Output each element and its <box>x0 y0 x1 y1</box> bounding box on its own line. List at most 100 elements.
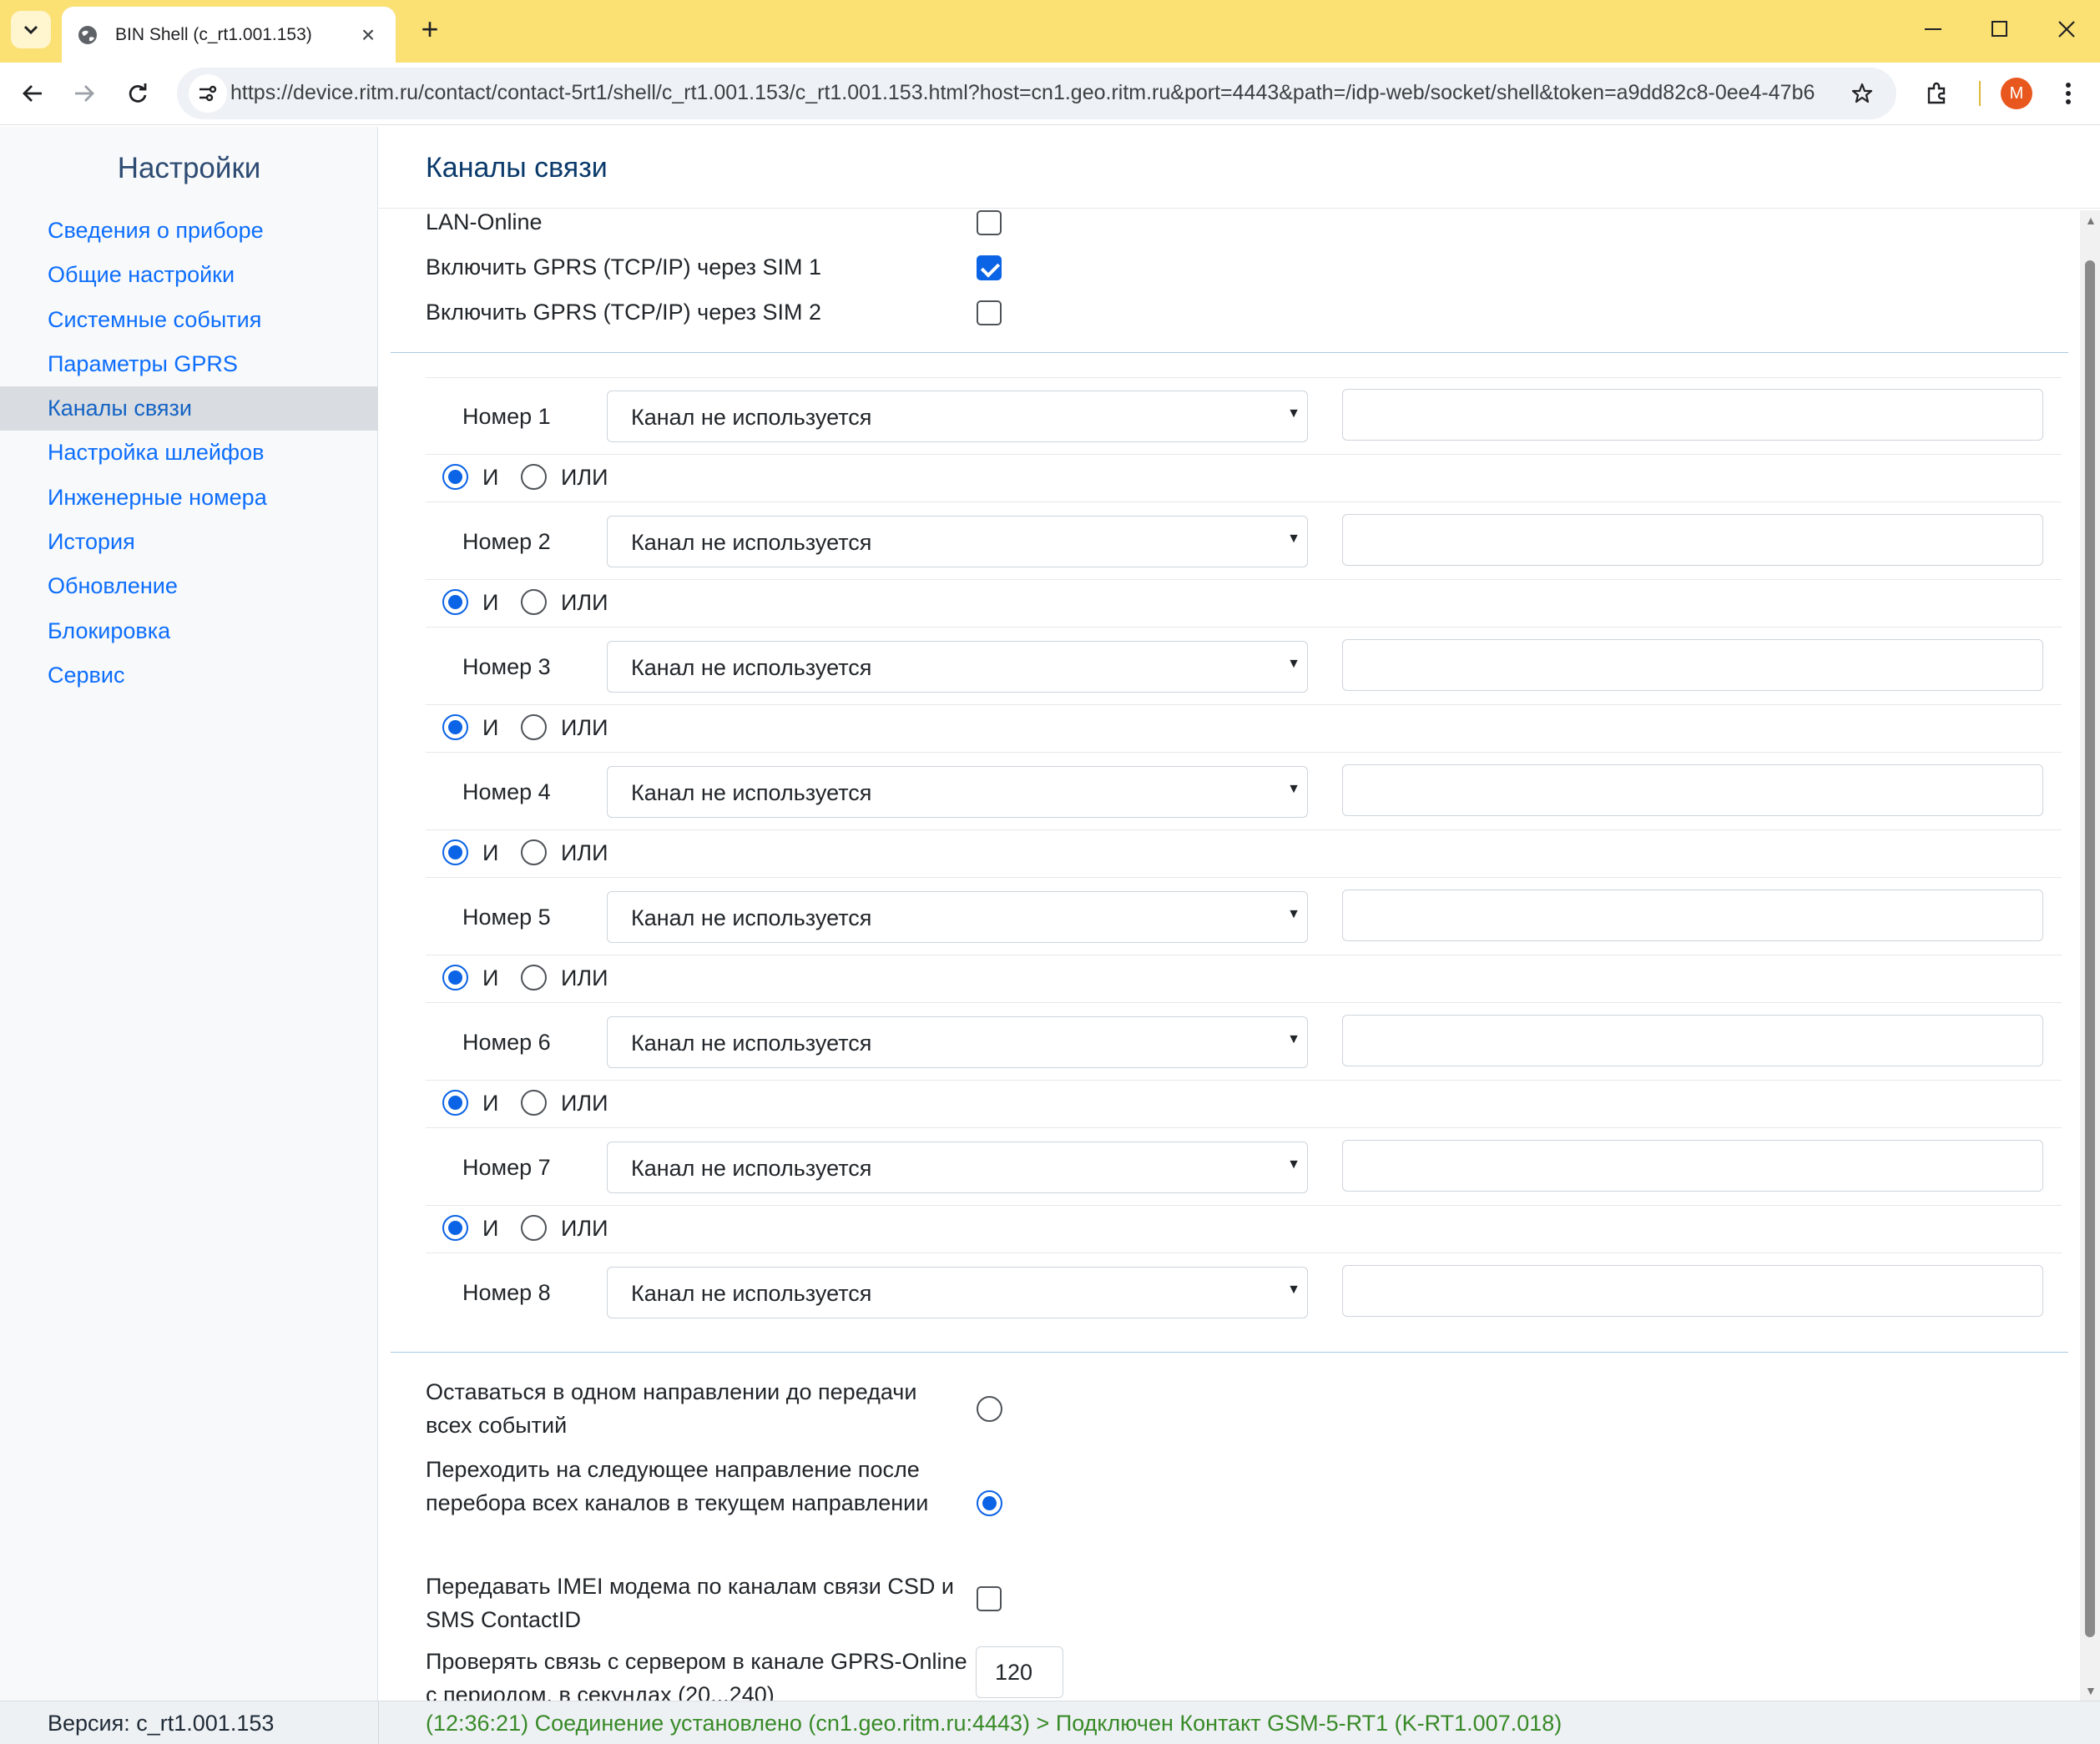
channel-select-5[interactable]: Канал не используется ▼ <box>607 891 1308 943</box>
logic-or-radio-5[interactable] <box>521 965 547 990</box>
number-input-8[interactable] <box>1342 1265 2043 1317</box>
avatar[interactable]: M <box>2001 78 2032 109</box>
window-close-icon[interactable] <box>2042 10 2092 48</box>
tab-search-icon[interactable] <box>11 11 51 48</box>
server-check-period-input[interactable]: 120 <box>976 1646 1063 1698</box>
maximize-icon[interactable] <box>1975 10 2025 48</box>
channel-select-8[interactable]: Канал не используется ▼ <box>607 1267 1308 1318</box>
scroll-thumb[interactable] <box>2085 260 2095 1637</box>
sidebar: Настройки Сведения о приборе Общие настр… <box>0 127 378 1702</box>
logic-and-label: И <box>482 965 499 990</box>
number-input-5[interactable] <box>1342 890 2043 941</box>
logic-or-radio-7[interactable] <box>521 1215 547 1241</box>
number-label-2: Номер 2 <box>462 529 551 554</box>
sidebar-item-loops[interactable]: Настройка шлейфов <box>0 431 378 475</box>
number-label-4: Номер 4 <box>462 779 551 804</box>
sidebar-item-service[interactable]: Сервис <box>0 653 378 698</box>
number-label-5: Номер 5 <box>462 905 551 930</box>
sidebar-item-lock[interactable]: Блокировка <box>0 609 378 653</box>
address-bar[interactable]: https://device.ritm.ru/contact/contact-5… <box>177 68 1896 119</box>
logic-and-radio-6[interactable] <box>442 1090 468 1116</box>
number-input-4[interactable] <box>1342 764 2043 816</box>
star-icon[interactable] <box>1845 76 1880 111</box>
logic-or-label: ИЛИ <box>561 840 608 865</box>
page-title: Каналы связи <box>426 152 608 184</box>
sidebar-item-device-info[interactable]: Сведения о приборе <box>0 209 378 253</box>
sidebar-item-history[interactable]: История <box>0 520 378 564</box>
logic-and-radio-5[interactable] <box>442 965 468 990</box>
scrollbar[interactable]: ▲ ▼ <box>2080 210 2100 1701</box>
scroll-up-icon[interactable]: ▲ <box>2085 214 2097 227</box>
channel-select-3[interactable]: Канал не используется ▼ <box>607 641 1308 693</box>
option-gprs-sim1-checkbox[interactable] <box>977 255 1002 280</box>
number-input-7[interactable] <box>1342 1140 2043 1192</box>
number-label-8: Номер 8 <box>462 1280 551 1305</box>
browser-tab[interactable]: BIN Shell (c_rt1.001.153) × <box>62 7 396 63</box>
option-next-direction-radio[interactable] <box>977 1490 1002 1516</box>
sidebar-item-general[interactable]: Общие настройки <box>0 253 378 297</box>
logic-or-label: ИЛИ <box>561 965 608 990</box>
row-divider <box>426 704 2062 705</box>
url-text[interactable]: https://device.ritm.ru/contact/contact-5… <box>230 81 1816 105</box>
option-lan-online-checkbox[interactable] <box>977 210 1002 235</box>
back-icon[interactable] <box>12 73 53 114</box>
option-imei-checkbox[interactable] <box>977 1586 1002 1611</box>
sidebar-item-engineer-numbers[interactable]: Инженерные номера <box>0 476 378 520</box>
sidebar-item-channels[interactable]: Каналы связи <box>0 386 378 431</box>
number-label-6: Номер 6 <box>462 1030 551 1055</box>
sidebar-item-update[interactable]: Обновление <box>0 564 378 608</box>
section-divider <box>391 352 2068 353</box>
logic-and-radio-1[interactable] <box>442 464 468 490</box>
logic-and-radio-3[interactable] <box>442 714 468 740</box>
chevron-down-icon: ▼ <box>1287 1157 1300 1172</box>
forward-icon[interactable] <box>63 73 105 114</box>
option-gprs-sim2-checkbox[interactable] <box>977 300 1002 325</box>
scroll-down-icon[interactable]: ▼ <box>2085 1684 2097 1697</box>
number-input-6[interactable] <box>1342 1015 2043 1066</box>
chevron-down-icon: ▼ <box>1287 1032 1300 1046</box>
number-label-1: Номер 1 <box>462 404 551 429</box>
row-divider <box>426 579 2062 580</box>
logic-or-label: ИЛИ <box>561 715 608 740</box>
logic-and-radio-2[interactable] <box>442 589 468 615</box>
number-input-3[interactable] <box>1342 639 2043 691</box>
close-icon[interactable]: × <box>356 22 381 48</box>
extensions-icon[interactable] <box>1916 73 1958 114</box>
number-input-2[interactable] <box>1342 514 2043 566</box>
sidebar-title: Настройки <box>117 152 261 184</box>
channel-select-1[interactable]: Канал не используется ▼ <box>607 391 1308 442</box>
logic-or-radio-4[interactable] <box>521 839 547 865</box>
option-lan-online-label: LAN-Online <box>426 209 543 234</box>
number-label-7: Номер 7 <box>462 1155 551 1180</box>
logic-or-label: ИЛИ <box>561 1216 608 1241</box>
channel-select-6[interactable]: Канал не используется ▼ <box>607 1016 1308 1068</box>
minimize-icon[interactable] <box>1908 10 1958 48</box>
channel-select-4[interactable]: Канал не используется ▼ <box>607 766 1308 818</box>
channel-select-7[interactable]: Канал не используется ▼ <box>607 1142 1308 1193</box>
option-gprs-sim1-label: Включить GPRS (TCP/IP) через SIM 1 <box>426 255 822 280</box>
logic-or-radio-1[interactable] <box>521 464 547 490</box>
sidebar-item-system-events[interactable]: Системные события <box>0 298 378 342</box>
row-divider <box>426 627 2062 628</box>
number-label-3: Номер 3 <box>462 654 551 679</box>
logic-or-radio-6[interactable] <box>521 1090 547 1116</box>
logic-and-radio-7[interactable] <box>442 1215 468 1241</box>
plus-icon[interactable]: + <box>411 10 449 48</box>
number-input-1[interactable] <box>1342 389 2043 441</box>
row-divider <box>426 829 2062 830</box>
option-stay-direction-radio[interactable] <box>977 1396 1002 1422</box>
row-divider <box>426 752 2062 753</box>
kebab-icon[interactable] <box>2052 73 2085 114</box>
reload-icon[interactable] <box>117 73 159 114</box>
status-bar: Версия: c_rt1.001.153 (12:36:21) Соедине… <box>0 1701 2100 1744</box>
channel-select-2[interactable]: Канал не используется ▼ <box>607 516 1308 567</box>
connection-status: (12:36:21) Соединение установлено (cn1.g… <box>426 1711 1562 1736</box>
logic-or-radio-2[interactable] <box>521 589 547 615</box>
section-divider <box>391 1352 2068 1353</box>
main-header: Каналы связи <box>379 127 2100 209</box>
logic-and-label: И <box>482 1091 499 1116</box>
logic-or-radio-3[interactable] <box>521 714 547 740</box>
logic-and-radio-4[interactable] <box>442 839 468 865</box>
site-info-icon[interactable] <box>189 74 227 113</box>
sidebar-item-gprs[interactable]: Параметры GPRS <box>0 342 378 386</box>
